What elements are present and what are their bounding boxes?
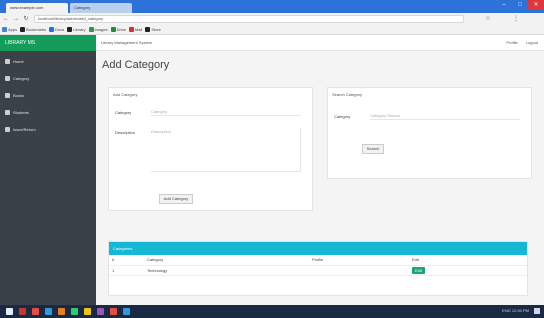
bookmark-icon [67,27,73,32]
app-icon[interactable] [58,308,65,315]
category-input[interactable]: Category [151,108,301,116]
profile-link[interactable]: Profile [506,40,517,45]
description-label: Description [115,130,136,135]
sidebar-item-category[interactable]: Category [0,71,96,85]
url-input[interactable]: localhost/library/admin/add_category [34,15,464,23]
doc-icon [49,27,55,32]
bookmark-item[interactable]: Mail [128,27,142,32]
notification-icon[interactable] [534,308,540,314]
app-icon[interactable] [110,308,117,315]
start-icon[interactable] [6,308,13,315]
close-icon[interactable]: ✕ [528,0,544,10]
image-icon [88,27,94,32]
bookmark-item[interactable]: Store [145,27,161,32]
bookmark-item[interactable]: Bookmarks [20,27,46,32]
panel-title: Search Category [332,92,363,97]
row-category: Technology [144,265,309,276]
app-icon[interactable] [45,308,52,315]
mail-icon [128,27,134,32]
app-icon[interactable] [71,308,78,315]
description-textarea[interactable]: Description [151,128,301,172]
store-icon [145,27,151,32]
category-icon [5,75,10,81]
sidebar: Home Category Books Students Issue/Retur… [0,51,96,305]
issue-icon [5,126,10,132]
column-header: Profile [309,255,409,266]
web-app: LIBRARY MS Library Management System Pro… [0,35,544,305]
column-header: Category [144,255,309,266]
category-table: # Category Profile Edit 1 Technology Edi… [109,255,527,276]
bookmark-item[interactable]: Library [67,27,86,32]
home-icon [5,58,10,64]
row-id: 1 [109,265,144,276]
app-icon[interactable] [84,308,91,315]
panel-title: Add Category [113,92,138,97]
sidebar-item-students[interactable]: Students [0,105,96,119]
bookmark-item[interactable]: Docs [49,27,64,32]
apps-icon [2,27,7,32]
search-button[interactable]: Search [362,144,384,154]
category-label: Category [334,114,351,119]
back-icon[interactable]: ← [2,15,10,23]
add-category-panel: Add Category Category Category Descripti… [108,87,313,211]
browser-tab[interactable]: Category [70,3,132,13]
table-row: 1 Technology Edit [109,265,527,276]
list-title: Categories [109,242,527,255]
taskbar: ENG 12:30 PM [0,305,544,318]
edit-button[interactable]: Edit [412,266,425,274]
drive-icon [110,27,116,32]
category-list-panel: Categories # Category Profile Edit 1 Tec… [108,241,528,296]
address-bar: ← → ↻ localhost/library/admin/add_catego… [0,13,544,25]
brand-logo[interactable]: LIBRARY MS [0,35,96,51]
sidebar-item-books[interactable]: Books [0,88,96,102]
bookmark-item[interactable]: Drive [110,27,126,32]
page-title: Add Category [102,59,170,71]
bookmark-item[interactable]: Apps [2,27,17,32]
user-icon [5,109,10,115]
add-category-button[interactable]: Add Category [159,194,193,204]
app-topbar: Library Management System Profile Logout [96,35,544,51]
row-edit-cell: Edit [409,265,527,276]
sidebar-item-home[interactable]: Home [0,54,96,68]
app-icon[interactable] [97,308,104,315]
reload-icon[interactable]: ↻ [22,15,30,23]
star-icon[interactable]: ☆ [484,15,492,23]
row-profile [309,265,409,276]
window-controls: – □ ✕ [496,0,544,10]
bookmark-icon [20,27,26,32]
menu-icon[interactable]: ⋮ [512,15,520,23]
app-icon[interactable] [19,308,26,315]
book-icon [5,92,10,98]
app-icon[interactable] [123,308,130,315]
forward-icon[interactable]: → [12,15,20,23]
bookmarks-bar: Apps Bookmarks Docs Library Images Drive… [0,25,544,35]
logout-link[interactable]: Logout [526,40,538,45]
minimize-icon[interactable]: – [496,0,512,10]
main-content: Add Category Add Category Category Categ… [96,51,544,305]
sidebar-item-issue[interactable]: Issue/Return [0,122,96,136]
brand-name: LIBRARY MS [5,40,36,46]
tab-label: Category [74,5,91,10]
tab-label: www.example.com [10,5,44,10]
browser-tab-bar: www.example.com Category – □ ✕ [0,0,544,13]
browser-tab[interactable]: www.example.com [6,3,68,13]
system-tray: ENG 12:30 PM [502,308,540,314]
category-label: Category [115,110,132,115]
column-header: # [109,255,144,266]
bookmark-item[interactable]: Images [88,27,108,32]
search-category-input[interactable]: Category Search [370,112,520,120]
table-header-row: # Category Profile Edit [109,255,527,266]
search-category-panel: Search Category Category Category Search… [327,87,532,179]
tray-clock[interactable]: ENG 12:30 PM [502,308,529,314]
breadcrumb: Library Management System [101,40,153,45]
maximize-icon[interactable]: □ [512,0,528,10]
top-links: Profile Logout [506,40,538,45]
app-icon[interactable] [32,308,39,315]
column-header: Edit [409,255,527,266]
